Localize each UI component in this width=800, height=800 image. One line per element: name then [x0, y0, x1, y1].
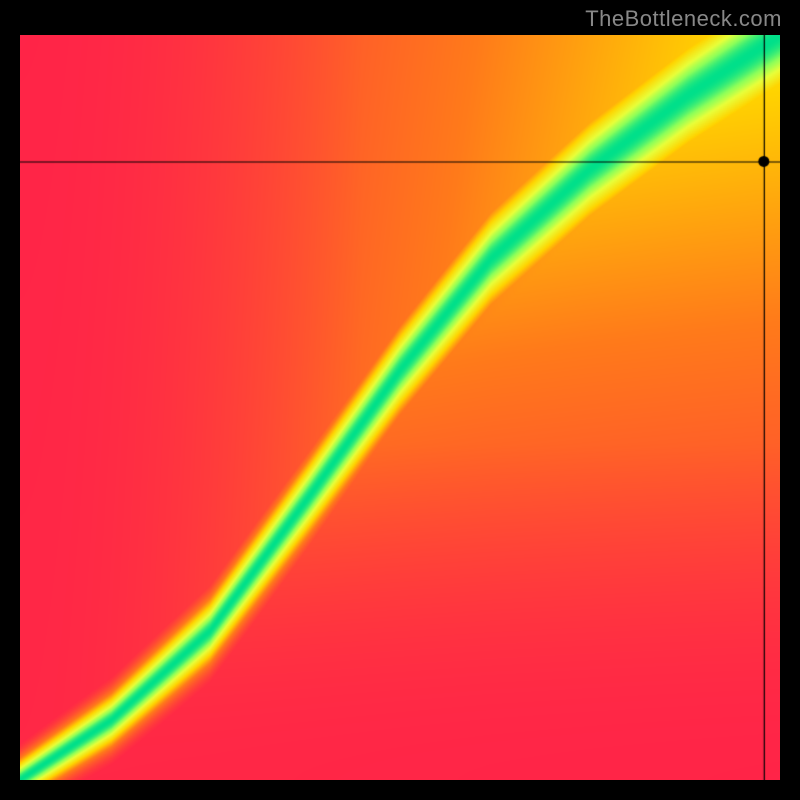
heatmap-canvas	[20, 35, 780, 780]
attribution-text: TheBottleneck.com	[585, 6, 782, 32]
chart-container: TheBottleneck.com	[0, 0, 800, 800]
heatmap-plot	[20, 35, 780, 780]
